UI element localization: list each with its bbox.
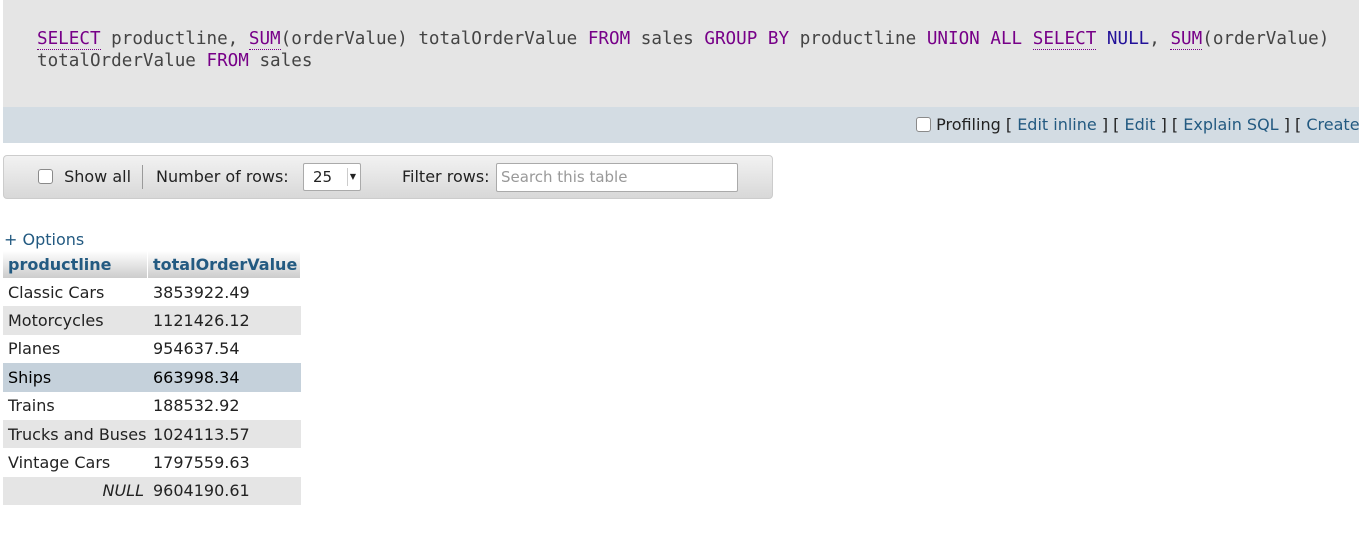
table-row[interactable]: Vintage Cars 1797559.63 <box>3 448 301 477</box>
bracket-close: ] <box>1101 115 1109 134</box>
table-navigation: Show all Number of rows: 25 ▼ Filter row… <box>3 155 773 199</box>
rows-value: 25 <box>313 168 333 186</box>
bracket-open: [ <box>1005 115 1013 134</box>
bracket-close: ] <box>1160 115 1167 134</box>
edit-link[interactable]: Edit <box>1125 115 1156 134</box>
sql-token: , <box>1149 29 1171 49</box>
bracket-open: [ <box>1113 115 1120 134</box>
sql-token: sales <box>248 51 313 71</box>
profiling-label: Profiling <box>936 115 1001 134</box>
create-link[interactable]: Create <box>1306 115 1359 134</box>
sql-token: SUM <box>248 29 281 50</box>
cell-totalordervalue[interactable]: 1121426.12 <box>148 306 301 335</box>
sql-token: NULL <box>1106 29 1150 49</box>
query-tools: Profiling [ Edit inline ] [ Edit ] [ Exp… <box>916 107 1359 143</box>
sql-token: totalOrderValue <box>37 51 207 71</box>
table-row[interactable]: Trains 188532.92 <box>3 391 301 420</box>
sql-token: UNION ALL <box>926 29 1023 49</box>
table-row[interactable]: Ships 663998.34 <box>3 363 301 392</box>
results-table: productline totalOrderValue Classic Cars… <box>3 251 301 506</box>
table-row[interactable]: Motorcycles 1121426.12 <box>3 306 301 335</box>
cell-totalordervalue[interactable]: 663998.34 <box>148 363 301 392</box>
chevron-down-icon: ▼ <box>347 168 358 186</box>
cell-totalordervalue[interactable]: 1797559.63 <box>148 448 301 477</box>
sql-token: SELECT <box>37 29 101 50</box>
sql-token: sales <box>630 29 705 49</box>
cell-productline[interactable]: Motorcycles <box>3 306 148 335</box>
cell-productline[interactable]: Classic Cars <box>3 278 148 307</box>
bracket-close: ] <box>1283 115 1290 134</box>
cell-totalordervalue[interactable]: 1024113.57 <box>148 419 301 449</box>
sql-token: SELECT <box>1032 29 1097 50</box>
table-row[interactable]: Trucks and Buses 1024113.57 <box>3 419 301 449</box>
sql-token: FROM <box>206 51 249 71</box>
cell-productline[interactable]: Ships <box>3 363 148 392</box>
sql-query-box[interactable]: SELECT productline, SUM(orderValue) tota… <box>3 0 1359 107</box>
column-header-totalordervalue[interactable]: totalOrderValue <box>148 251 301 278</box>
show-all-label: Show all <box>64 167 132 186</box>
filter-label: Filter rows: <box>402 167 490 186</box>
filter-rows-input[interactable]: Search this table <box>496 163 738 192</box>
sql-token: (orderValue) <box>1202 29 1330 49</box>
query-results-page: SELECT productline, SUM(orderValue) tota… <box>0 0 1359 545</box>
show-all-checkbox[interactable] <box>38 169 53 184</box>
rows-label: Number of rows: <box>156 167 289 186</box>
query-tools-bar: Profiling [ Edit inline ] [ Edit ] [ Exp… <box>3 107 1359 143</box>
cell-productline[interactable]: Trains <box>3 391 148 420</box>
table-row[interactable]: Classic Cars 3853922.49 <box>3 278 301 307</box>
sql-line-1: SELECT productline, SUM(orderValue) tota… <box>37 28 1359 50</box>
cell-totalordervalue[interactable]: 9604190.61 <box>148 476 301 506</box>
sql-token: SUM <box>1170 29 1203 50</box>
cell-totalordervalue[interactable]: 3853922.49 <box>148 278 301 307</box>
cell-productline[interactable]: Vintage Cars <box>3 448 148 477</box>
sql-line-2: totalOrderValue FROM sales <box>37 50 1359 72</box>
edit-inline-link[interactable]: Edit inline <box>1017 115 1097 134</box>
cell-productline[interactable]: Planes <box>3 334 148 364</box>
options-toggle-link[interactable]: + Options <box>4 230 84 250</box>
profiling-checkbox[interactable] <box>916 117 931 132</box>
bracket-open: [ <box>1171 115 1179 134</box>
column-header-productline[interactable]: productline <box>3 251 148 278</box>
bracket-open: [ <box>1295 115 1302 134</box>
sql-token: GROUP BY <box>704 29 790 49</box>
rows-per-page-select[interactable]: 25 ▼ <box>303 163 361 191</box>
table-row[interactable]: Planes 954637.54 <box>3 334 301 364</box>
cell-productline[interactable]: Trucks and Buses <box>3 419 148 449</box>
cell-totalordervalue[interactable]: 954637.54 <box>148 334 301 364</box>
explain-sql-link[interactable]: Explain SQL <box>1183 115 1278 134</box>
cell-productline[interactable]: NULL <box>3 476 148 506</box>
sql-token: productline, <box>100 29 249 49</box>
sql-token: FROM <box>587 29 631 49</box>
table-row[interactable]: NULL 9604190.61 <box>3 476 301 506</box>
sql-token: (orderValue) totalOrderValue <box>280 29 588 49</box>
cell-totalordervalue[interactable]: 188532.92 <box>148 391 301 420</box>
sql-token: productline <box>789 29 927 49</box>
nav-divider <box>142 165 143 189</box>
show-all-control[interactable]: Show all <box>38 156 131 198</box>
